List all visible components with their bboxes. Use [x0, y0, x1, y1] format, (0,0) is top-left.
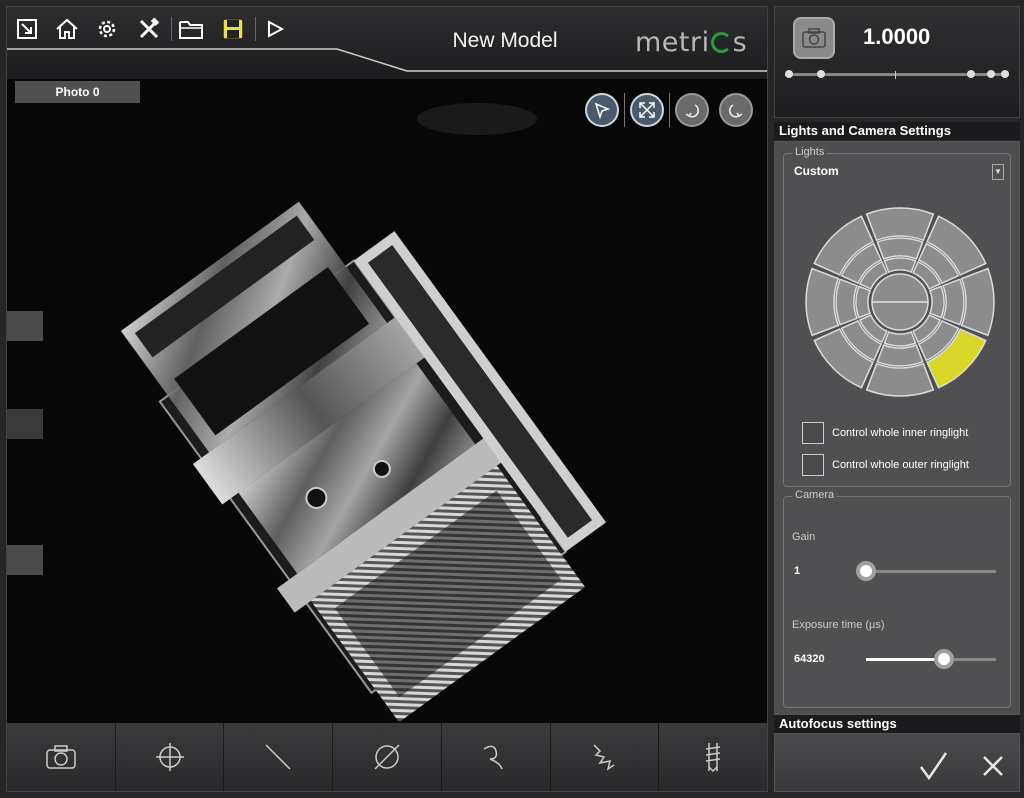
exposure-label: Exposure time (µs) — [792, 619, 885, 631]
ringlight-segment-middle-6[interactable] — [835, 278, 858, 326]
ringlight-segment-inner-4[interactable] — [883, 330, 917, 347]
gear-icon[interactable] — [93, 15, 121, 43]
checkbox-box — [802, 422, 824, 444]
curve-icon[interactable] — [442, 723, 551, 791]
main-panel: New Model metri s Photo 0 — [6, 6, 768, 792]
folder-icon[interactable] — [177, 15, 205, 43]
gain-value: 1 — [794, 565, 801, 577]
zoom-slider-center-mark — [895, 71, 896, 79]
home-icon[interactable] — [53, 15, 81, 43]
gain-label: Gain — [792, 531, 816, 543]
model-title: New Model — [452, 29, 558, 52]
ringlight-segment-outer-6[interactable] — [805, 267, 840, 337]
toolbar-divider — [171, 17, 172, 41]
lights-mode-select[interactable]: Custom ▼ — [794, 164, 1004, 182]
ringlight-segment-middle-4[interactable] — [876, 344, 924, 367]
ringlight-segment-middle-2[interactable] — [942, 278, 965, 326]
zoom-slider-tick — [967, 70, 975, 78]
zoom-slider-tick — [785, 70, 793, 78]
lights-camera-panel: Lights Custom ▼ Control whole inner ring… — [774, 141, 1020, 715]
tools-icon[interactable] — [135, 15, 163, 43]
part-image — [7, 79, 767, 721]
photo-tab[interactable]: Photo 0 — [15, 81, 140, 103]
ringlight-center-top[interactable] — [871, 273, 929, 303]
chevron-down-icon: ▼ — [992, 164, 1004, 180]
ringlight-segment-inner-2[interactable] — [928, 285, 945, 319]
zoom-value: 1.0000 — [863, 24, 931, 49]
app-window: New Model metri s Photo 0 1.0000 Lights … — [0, 0, 1024, 798]
zoom-slider-tick — [1001, 70, 1009, 78]
view-divider — [624, 93, 625, 127]
lights-group-title: Lights — [792, 146, 828, 158]
lights-camera-section-header[interactable]: Lights and Camera Settings — [774, 122, 1020, 140]
slider-fill — [866, 658, 944, 661]
ringlight-segment-outer-2[interactable] — [960, 267, 995, 337]
fit-view-icon[interactable] — [630, 93, 664, 127]
ringlight-diagram[interactable] — [800, 202, 1000, 402]
exposure-slider-thumb[interactable] — [934, 649, 954, 669]
autofocus-section-header[interactable]: Autofocus settings — [774, 715, 1020, 733]
diameter-icon[interactable] — [333, 723, 442, 791]
ringlight-segment-outer-4[interactable] — [865, 362, 935, 397]
thread-icon[interactable] — [659, 723, 767, 791]
view-divider — [669, 93, 670, 127]
play-icon[interactable] — [261, 15, 289, 43]
zigzag-icon[interactable] — [551, 723, 660, 791]
undo-icon[interactable] — [675, 93, 709, 127]
fullscreen-icon[interactable] — [13, 15, 41, 43]
capture-camera-icon[interactable] — [793, 17, 835, 59]
line-icon[interactable] — [224, 723, 334, 791]
camera-group: Camera Gain 1 Exposure time (µs) 64320 — [783, 489, 1011, 708]
dialog-footer — [774, 733, 1020, 792]
measurement-toolbar — [7, 723, 767, 791]
ringlight-segment-middle-0[interactable] — [876, 237, 924, 260]
gain-slider[interactable] — [856, 561, 996, 581]
check-icon[interactable] — [915, 748, 951, 784]
save-icon[interactable] — [219, 15, 247, 43]
pointer-icon[interactable] — [585, 93, 619, 127]
slider-track — [866, 570, 996, 573]
zoom-slider-tick — [817, 70, 825, 78]
toolbar-divider — [255, 17, 256, 41]
redo-icon[interactable] — [719, 93, 753, 127]
close-icon[interactable] — [975, 748, 1011, 784]
zoom-slider[interactable] — [785, 70, 1009, 79]
camera-icon[interactable] — [7, 723, 116, 791]
gain-slider-thumb[interactable] — [856, 561, 876, 581]
zoom-panel: 1.0000 — [774, 6, 1020, 118]
exposure-slider[interactable] — [866, 649, 996, 669]
camera-group-title: Camera — [792, 489, 838, 501]
camera-image-viewer[interactable]: Photo 0 — [7, 79, 767, 721]
crosshair-icon[interactable] — [116, 723, 225, 791]
metrios-logo: metri s — [635, 27, 748, 58]
control-inner-ringlight-checkbox[interactable]: Control whole inner ringlight — [802, 422, 968, 444]
checkbox-box — [802, 454, 824, 476]
control-outer-ringlight-checkbox[interactable]: Control whole outer ringlight — [802, 454, 969, 476]
ringlight-segment-inner-0[interactable] — [883, 257, 917, 274]
lights-group: Lights Custom ▼ Control whole inner ring… — [783, 146, 1011, 487]
exposure-value: 64320 — [794, 653, 825, 665]
ringlight-segment-outer-0[interactable] — [865, 207, 935, 242]
ringlight-center-bottom[interactable] — [871, 301, 929, 331]
zoom-slider-tick — [987, 70, 995, 78]
ringlight-segment-inner-6[interactable] — [855, 285, 872, 319]
header-bar: New Model metri s — [7, 7, 767, 79]
